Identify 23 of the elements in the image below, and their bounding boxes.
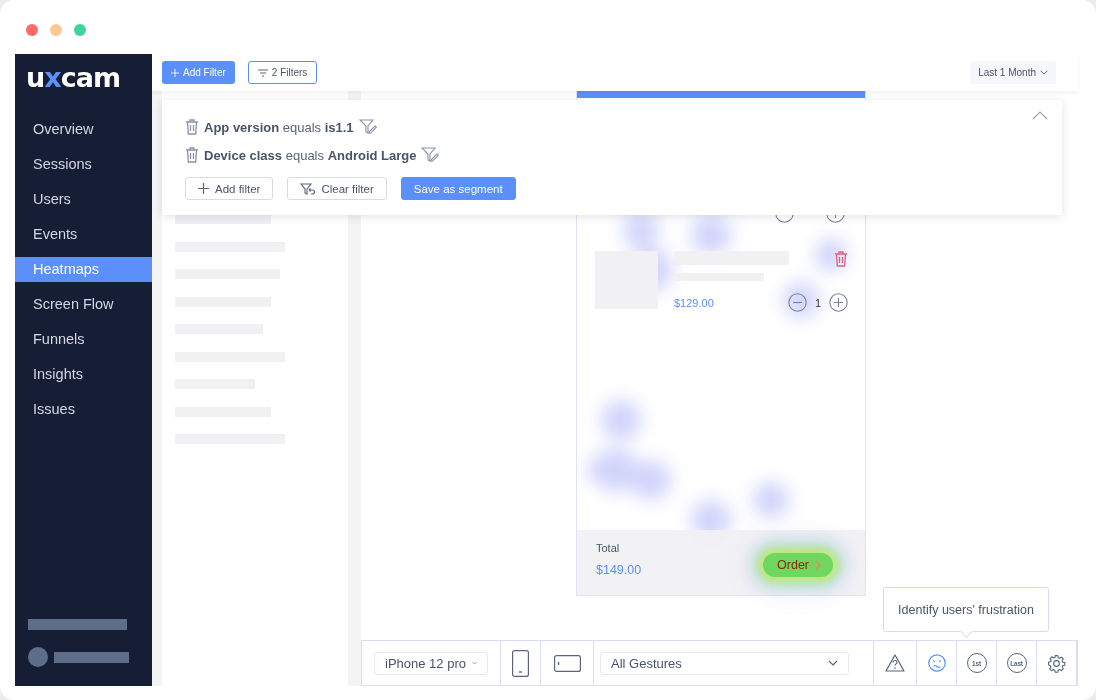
item-price: $129.00 xyxy=(674,296,714,309)
device-dropdown[interactable]: iPhone 12 pro xyxy=(374,651,488,675)
clear-filter-button[interactable]: Clear filter xyxy=(287,177,387,200)
order-button[interactable]: Order xyxy=(763,553,833,577)
total-amount: $149.00 xyxy=(596,563,642,577)
nav-item[interactable]: Sessions xyxy=(15,152,152,177)
nav-item[interactable]: Funnels xyxy=(15,327,152,352)
add-filter-button[interactable]: Add filter xyxy=(185,177,274,200)
date-range-dropdown[interactable]: Last 1 Month xyxy=(970,61,1056,84)
nav-item[interactable]: Issues xyxy=(15,397,152,422)
tooltip-text: Identify users' frustration xyxy=(898,602,1034,617)
logo: uxcam xyxy=(26,63,120,93)
gestures-dropdown[interactable]: All Gestures xyxy=(600,651,849,675)
filter-condition: Device class equals Android Large xyxy=(204,147,417,163)
nav-item[interactable]: Screen Flow xyxy=(15,292,152,317)
nav-item[interactable]: Events xyxy=(15,222,152,247)
filter-condition: App version equals is1.1 xyxy=(204,119,354,135)
nav-item[interactable]: Insights xyxy=(15,362,152,387)
nav-item[interactable]: Users xyxy=(15,187,152,212)
quantity: 1 xyxy=(814,296,821,309)
total-label: Total xyxy=(596,542,621,554)
filters-button[interactable]: 2 Filters xyxy=(247,61,318,84)
nav-item[interactable]: Overview xyxy=(15,117,152,142)
